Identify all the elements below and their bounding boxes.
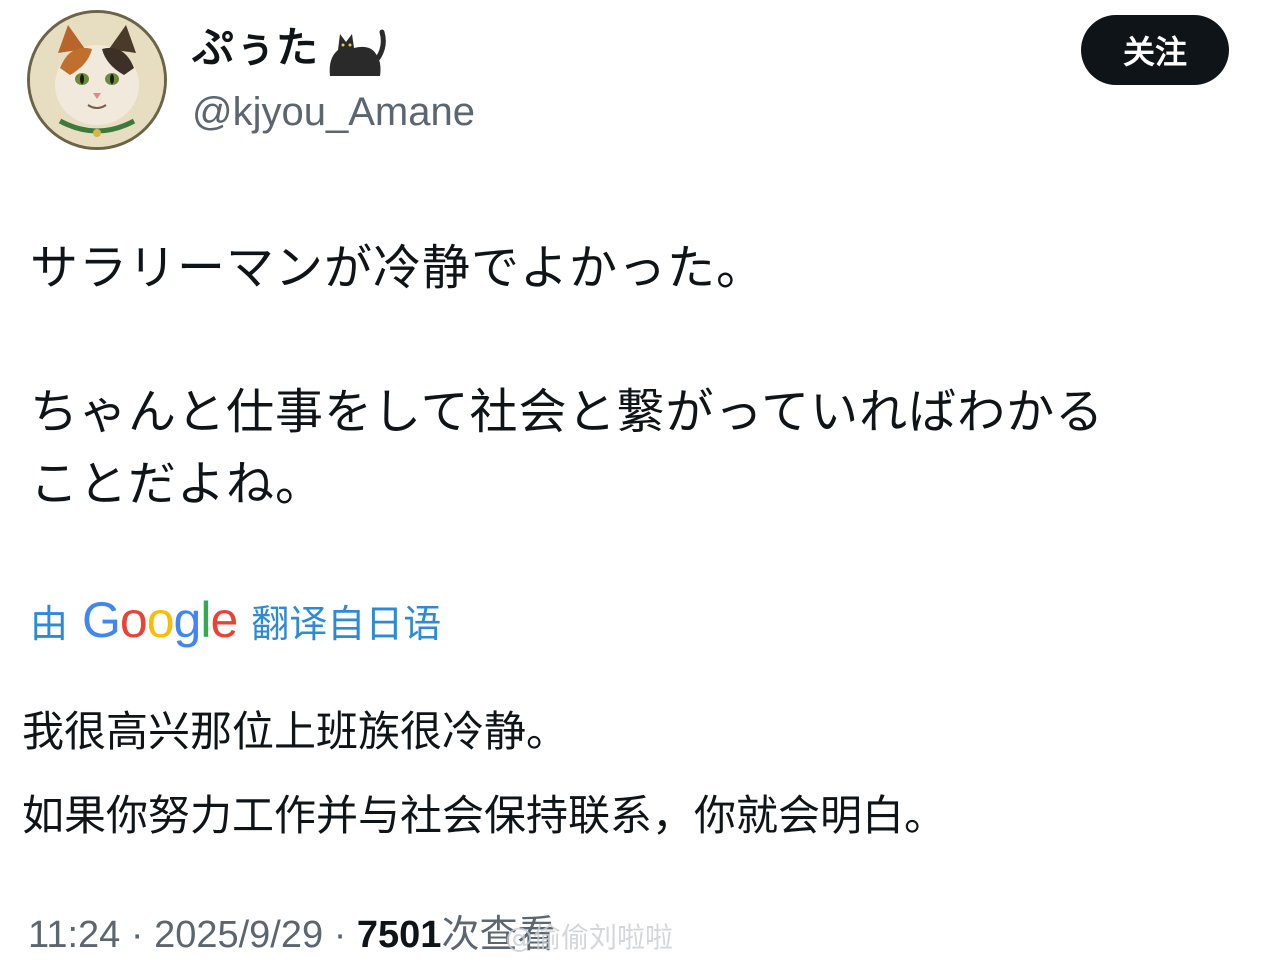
user-handle[interactable]: @kjyou_Amane	[192, 84, 475, 140]
translated-line: 如果你努力工作并与社会保持联系，你就会明白。	[22, 791, 947, 840]
watermark: @偷偷刘啦啦	[505, 921, 674, 954]
tweet-line: ちゃんと仕事をして社会と繋がっていればわかる	[30, 384, 1105, 440]
translated-text: 我很高兴那位上班族很冷静。 如果你努力工作并与社会保持联系，你就会明白。	[22, 690, 1252, 858]
avatar[interactable]	[27, 10, 167, 150]
meta-separator: ·	[333, 914, 347, 956]
google-logo: Google	[82, 592, 238, 648]
black-cat-icon	[324, 18, 388, 78]
views-count: 7501	[356, 914, 442, 956]
tweet-text: サラリーマンが冷静でよかった。 ちゃんと仕事をして社会と繋がっていればわかる こ…	[30, 232, 1250, 520]
meta-separator: ·	[130, 914, 144, 956]
display-name[interactable]: ぷぅた	[192, 18, 388, 78]
tweet-line: ことだよね。	[30, 456, 325, 512]
translate-attribution[interactable]: 由 Google 翻译自日语	[30, 590, 441, 650]
display-name-text: ぷぅた	[192, 23, 319, 72]
follow-button[interactable]: 关注	[1081, 15, 1229, 85]
tweet-time[interactable]: 11:24	[28, 914, 120, 956]
tweet-line: サラリーマンが冷静でよかった。	[30, 240, 766, 296]
translate-suffix: 翻译自日语	[251, 601, 442, 646]
tweet-meta: 11:24 · 2025/9/29 · 7501次查看	[28, 905, 555, 965]
calico-cat-avatar-icon	[30, 13, 164, 147]
translate-prefix: 由	[30, 601, 69, 646]
translated-line: 我很高兴那位上班族很冷静。	[22, 707, 569, 756]
tweet-date[interactable]: 2025/9/29	[154, 914, 323, 956]
